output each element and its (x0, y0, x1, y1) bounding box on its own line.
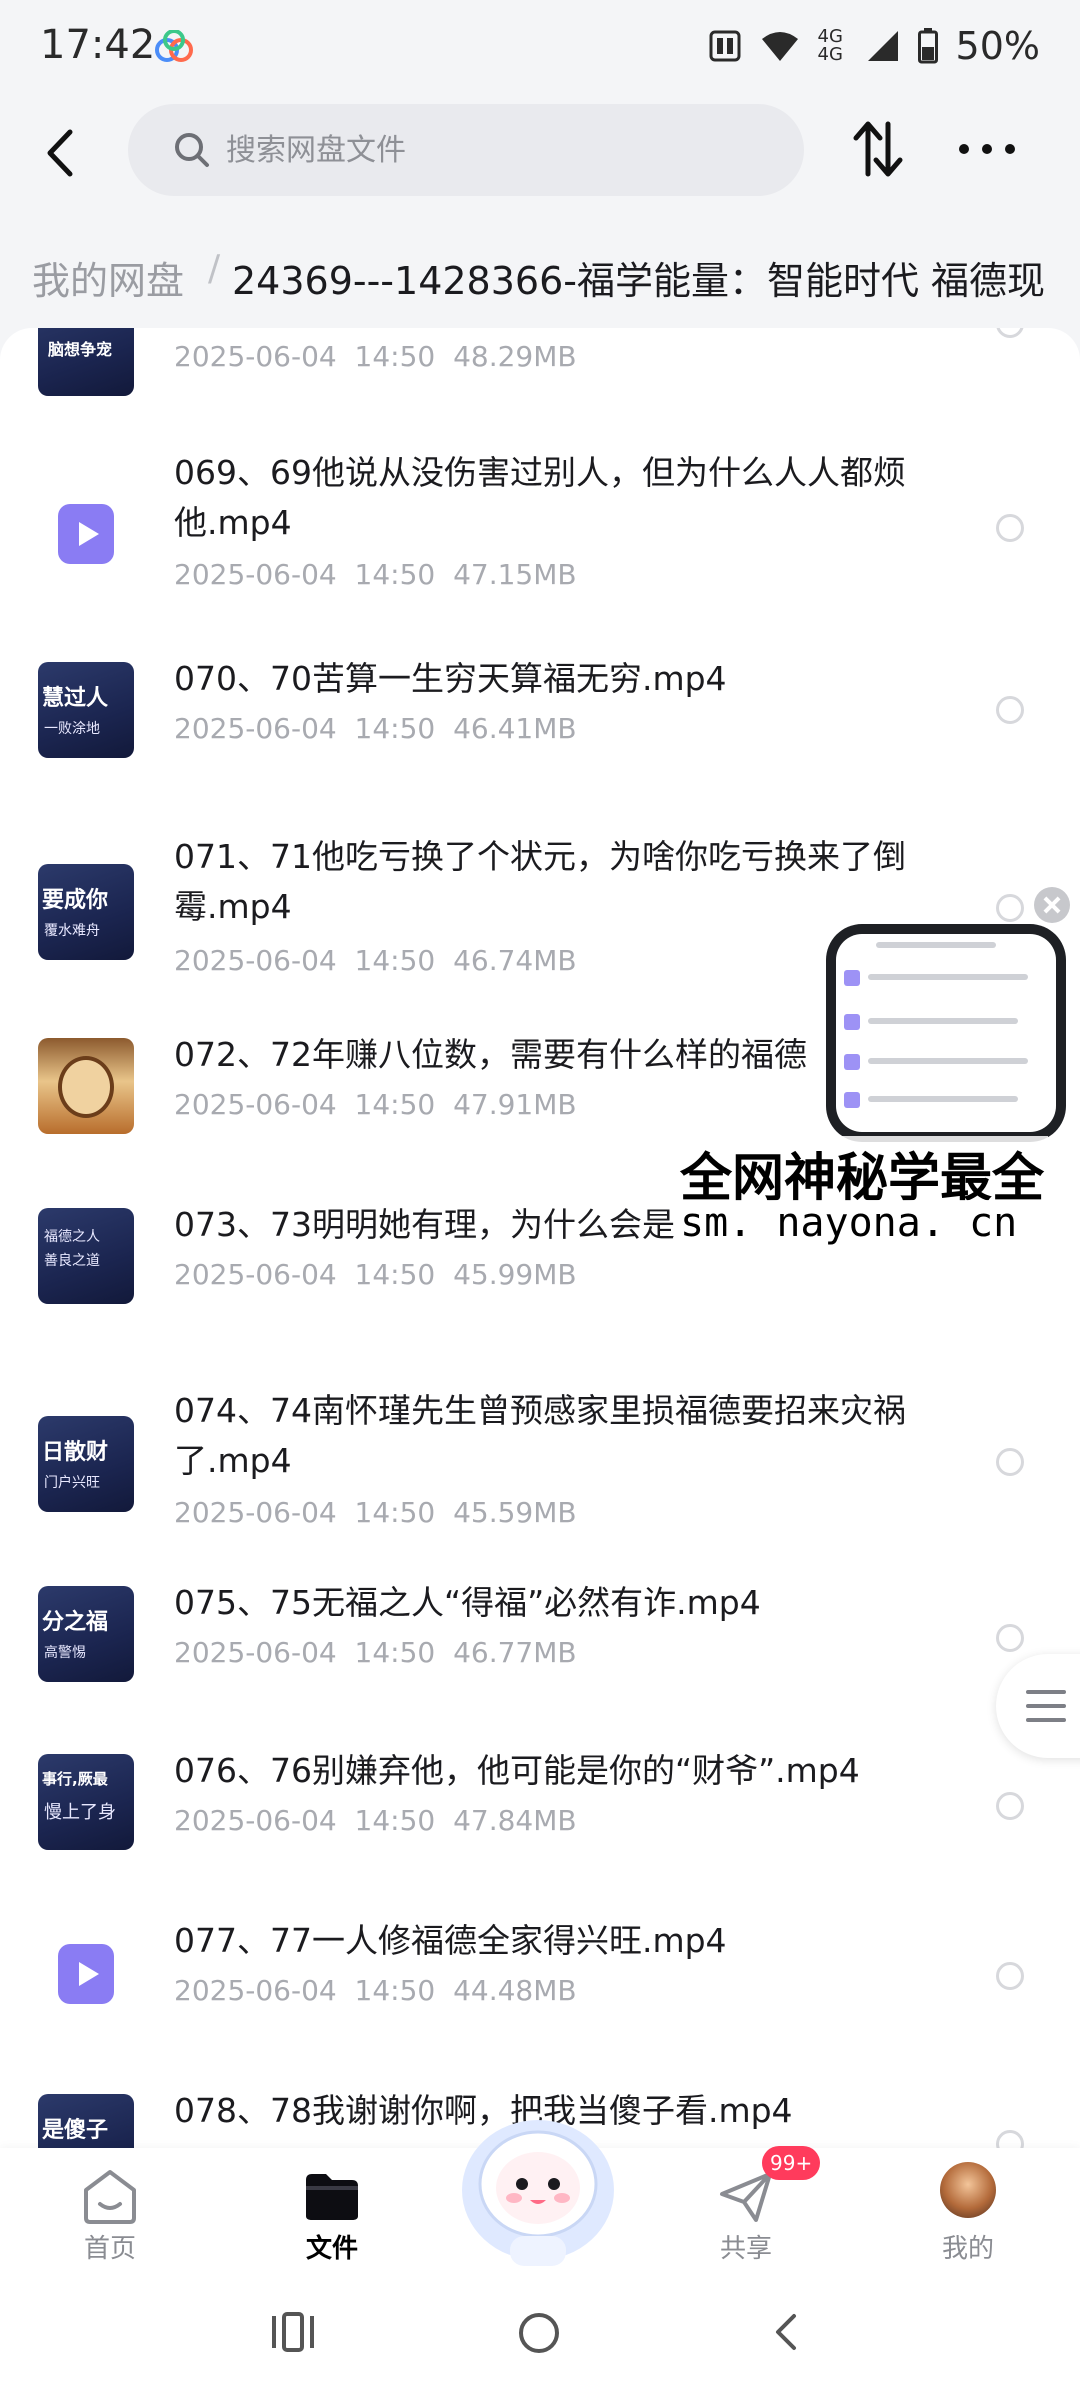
select-radio[interactable] (996, 2130, 1024, 2148)
file-meta: 2025-06-04 14:50 46.74MB (174, 944, 577, 977)
signal-icon (867, 31, 898, 61)
file-row[interactable]: 事行,厥最 慢上了身 076、76别嫌弃他，他可能是你的“财爷”.mp4 2025… (0, 1751, 1080, 1864)
nav-share-label: 共享 (719, 2234, 772, 2264)
file-thumbnail: 事行,厥最 慢上了身 (38, 1754, 134, 1850)
file-thumbnail: 慧过人 一败涂地 (38, 662, 134, 758)
status-bar: 17:42 4G 4G 50% (0, 0, 1080, 96)
select-radio[interactable] (996, 696, 1024, 724)
sort-icon[interactable] (848, 114, 908, 184)
mascot-assistant-icon[interactable] (444, 2098, 632, 2274)
wifi-icon (761, 32, 798, 61)
status-time: 17:42 (40, 22, 156, 68)
system-back-icon[interactable] (766, 2310, 806, 2354)
select-radio[interactable] (996, 514, 1024, 542)
file-thumbnail: 脑想争宠 (38, 328, 134, 396)
nav-files[interactable]: 文件 (252, 2148, 412, 2270)
file-name: 070、70苦算一生穷天算福无穷.mp4 (174, 659, 727, 698)
file-meta: 2025-06-04 14:50 48.29MB (174, 340, 577, 373)
file-row[interactable]: 069、69他说从没伤害过别人，但为什么人人都烦他.mp4 2025-06-04… (0, 448, 1080, 608)
file-thumbnail: 福德之人 善良之道 (38, 1208, 134, 1304)
file-meta: 2025-06-04 14:50 47.84MB (174, 1804, 577, 1837)
recent-apps-icon[interactable] (268, 2310, 318, 2354)
select-radio[interactable] (996, 894, 1024, 922)
select-radio[interactable] (996, 328, 1024, 338)
select-radio[interactable] (996, 1624, 1024, 1652)
file-thumbnail: 是傻子 (38, 2094, 134, 2148)
nav-home[interactable]: 首页 (30, 2148, 190, 2270)
file-name: 073、73明明她有理，为什么会是 (174, 1205, 674, 1244)
file-row[interactable]: 脑想争宠 2025-06-04 14:50 48.29MB (0, 328, 1080, 430)
file-meta: 2025-06-04 14:50 47.15MB (174, 558, 577, 591)
file-thumbnail: 分之福 高警惕 (38, 1586, 134, 1682)
file-meta: 2025-06-04 14:50 47.91MB (174, 1088, 577, 1121)
battery-percent: 50% (955, 24, 1040, 68)
select-radio[interactable] (996, 1448, 1024, 1476)
file-meta: 2025-06-04 14:50 46.41MB (174, 712, 577, 745)
file-thumbnail (38, 1038, 134, 1134)
back-icon[interactable] (28, 118, 98, 188)
breadcrumb-separator: / (208, 248, 221, 289)
video-file-icon (38, 1924, 134, 2020)
breadcrumb: 我的网盘 / 24369---1428366-福学能量：智能时代 福德现 (0, 236, 1080, 320)
breadcrumb-root[interactable]: 我的网盘 (32, 250, 184, 305)
file-meta: 2025-06-04 14:50 45.59MB (174, 1496, 577, 1529)
close-preview-button[interactable] (1034, 887, 1070, 923)
network-type-label: 4G 4G (817, 26, 843, 65)
baidu-netdisk-icon (155, 30, 193, 62)
breadcrumb-current-folder: 24369---1428366-福学能量：智能时代 福德现 (232, 259, 1046, 303)
select-radio[interactable] (996, 1962, 1024, 1990)
top-bar (0, 96, 1080, 236)
file-row[interactable]: 慧过人 一败涂地 070、70苦算一生穷天算福无穷.mp4 2025-06-04 … (0, 659, 1080, 772)
status-indicators: 4G 4G 50% (708, 22, 1040, 70)
file-name: 069、69他说从没伤害过别人，但为什么人人都烦他.mp4 (174, 453, 906, 542)
file-row[interactable]: 分之福 高警惕 075、75无福之人“得福”必然有诈.mp4 2025-06-04… (0, 1583, 1080, 1696)
watermark-url: sm. nayona. cn (676, 1200, 1022, 1246)
avatar[interactable] (940, 2162, 996, 2218)
search-bar[interactable] (128, 104, 804, 196)
file-meta: 2025-06-04 14:50 45.99MB (174, 1258, 577, 1291)
nav-mine-label: 我的 (941, 2234, 994, 2264)
more-options-icon[interactable] (954, 114, 1020, 184)
file-row[interactable]: 日散财 门户兴旺 074、74南怀瑾先生曾预感家里损福德要招来灾祸了.mp4 20… (0, 1386, 1080, 1546)
search-icon (175, 133, 209, 167)
file-name: 075、75无福之人“得福”必然有诈.mp4 (174, 1583, 761, 1622)
file-thumbnail: 日散财 门户兴旺 (38, 1416, 134, 1512)
file-name: 071、71他吃亏换了个状元，为啥你吃亏换来了倒霉.mp4 (174, 837, 906, 926)
home-icon (84, 2170, 136, 2224)
file-row[interactable]: 077、77一人修福德全家得兴旺.mp4 2025-06-04 14:50 44… (0, 1921, 1080, 2034)
search-input[interactable] (226, 122, 766, 178)
file-thumbnail: 要成你 覆水难舟 (38, 864, 134, 960)
preview-content (836, 934, 1056, 1132)
file-name: 077、77一人修福德全家得兴旺.mp4 (174, 1921, 727, 1960)
select-radio[interactable] (996, 1792, 1024, 1820)
nav-home-label: 首页 (83, 2234, 136, 2264)
file-name: 076、76别嫌弃他，他可能是你的“财爷”.mp4 (174, 1751, 860, 1790)
file-meta: 2025-06-04 14:50 44.48MB (174, 1974, 577, 2007)
folder-icon (306, 2174, 358, 2220)
file-name: 072、72年赚八位数，需要有什么样的福德 (174, 1035, 807, 1074)
file-meta: 2025-06-04 14:50 46.77MB (174, 1636, 577, 1669)
home-circle-icon[interactable] (514, 2308, 564, 2358)
share-badge: 99+ (762, 2146, 821, 2180)
floating-preview-window[interactable] (826, 924, 1066, 1142)
system-nav-bar (0, 2270, 1080, 2401)
send-icon (720, 2172, 772, 2222)
nav-files-label: 文件 (305, 2234, 358, 2264)
nfc-icon (709, 30, 741, 62)
file-name: 074、74南怀瑾先生曾预感家里损福德要招来灾祸了.mp4 (174, 1391, 906, 1480)
battery-icon (917, 28, 938, 64)
video-file-icon (38, 484, 134, 580)
